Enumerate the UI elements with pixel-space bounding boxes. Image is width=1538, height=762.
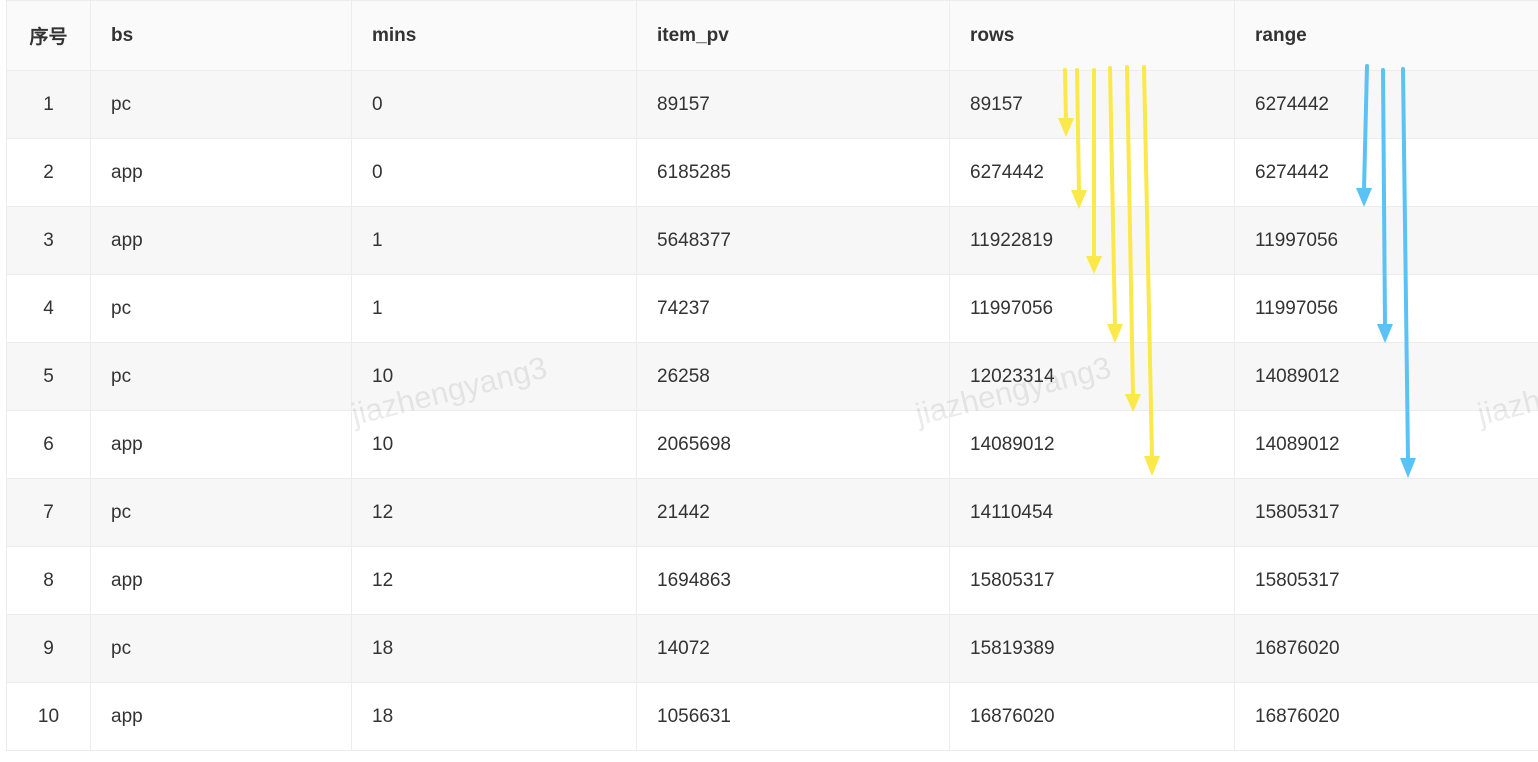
table-row[interactable]: 9 pc 18 14072 15819389 16876020	[6, 614, 1538, 683]
cell-mins: 10	[351, 342, 637, 411]
cell-range: 14089012	[1234, 342, 1538, 411]
cell-mins: 0	[351, 70, 637, 139]
cell-mins: 12	[351, 478, 637, 547]
table-row[interactable]: 3 app 1 5648377 11922819 11997056	[6, 206, 1538, 275]
cell-bs: pc	[90, 342, 352, 411]
cell-range: 16876020	[1234, 682, 1538, 751]
cell-mins: 10	[351, 410, 637, 479]
cell-range: 11997056	[1234, 274, 1538, 343]
cell-index: 1	[6, 70, 91, 139]
header-row: 序号 bs mins item_pv rows range	[6, 0, 1538, 71]
cell-range: 15805317	[1234, 478, 1538, 547]
cell-mins: 18	[351, 614, 637, 683]
cell-rows: 11997056	[949, 274, 1235, 343]
table-row[interactable]: 10 app 18 1056631 16876020 16876020	[6, 682, 1538, 751]
cell-index: 5	[6, 342, 91, 411]
table-row[interactable]: 5 pc 10 26258 12023314 14089012	[6, 342, 1538, 411]
cell-range: 14089012	[1234, 410, 1538, 479]
cell-item-pv: 26258	[636, 342, 950, 411]
cell-range: 6274442	[1234, 138, 1538, 207]
cell-rows: 14110454	[949, 478, 1235, 547]
table-row[interactable]: 1 pc 0 89157 89157 6274442	[6, 70, 1538, 139]
cell-rows: 11922819	[949, 206, 1235, 275]
table-row[interactable]: 4 pc 1 74237 11997056 11997056	[6, 274, 1538, 343]
cell-bs: app	[90, 138, 352, 207]
column-header-index[interactable]: 序号	[6, 0, 91, 71]
cell-rows: 16876020	[949, 682, 1235, 751]
cell-mins: 18	[351, 682, 637, 751]
cell-bs: app	[90, 546, 352, 615]
cell-bs: app	[90, 682, 352, 751]
cell-range: 11997056	[1234, 206, 1538, 275]
cell-bs: pc	[90, 614, 352, 683]
cell-range: 16876020	[1234, 614, 1538, 683]
cell-item-pv: 89157	[636, 70, 950, 139]
result-table: 序号 bs mins item_pv rows range 1 pc 0 891…	[6, 0, 1538, 751]
cell-index: 2	[6, 138, 91, 207]
cell-mins: 1	[351, 206, 637, 275]
cell-rows: 14089012	[949, 410, 1235, 479]
cell-item-pv: 5648377	[636, 206, 950, 275]
cell-item-pv: 14072	[636, 614, 950, 683]
column-header-range[interactable]: range	[1234, 0, 1538, 71]
cell-item-pv: 21442	[636, 478, 950, 547]
cell-rows: 12023314	[949, 342, 1235, 411]
cell-item-pv: 74237	[636, 274, 950, 343]
cell-index: 4	[6, 274, 91, 343]
cell-rows: 15805317	[949, 546, 1235, 615]
cell-bs: app	[90, 206, 352, 275]
column-header-bs[interactable]: bs	[90, 0, 352, 71]
cell-index: 8	[6, 546, 91, 615]
data-table-view: 序号 bs mins item_pv rows range 1 pc 0 891…	[0, 0, 1538, 762]
cell-item-pv: 6185285	[636, 138, 950, 207]
table-row[interactable]: 7 pc 12 21442 14110454 15805317	[6, 478, 1538, 547]
cell-bs: pc	[90, 274, 352, 343]
cell-index: 9	[6, 614, 91, 683]
cell-index: 7	[6, 478, 91, 547]
cell-bs: pc	[90, 478, 352, 547]
column-header-rows[interactable]: rows	[949, 0, 1235, 71]
cell-index: 6	[6, 410, 91, 479]
table-row[interactable]: 2 app 0 6185285 6274442 6274442	[6, 138, 1538, 207]
cell-bs: pc	[90, 70, 352, 139]
cell-index: 3	[6, 206, 91, 275]
column-header-mins[interactable]: mins	[351, 0, 637, 71]
cell-rows: 15819389	[949, 614, 1235, 683]
cell-index: 10	[6, 682, 91, 751]
cell-item-pv: 1694863	[636, 546, 950, 615]
cell-mins: 1	[351, 274, 637, 343]
cell-mins: 12	[351, 546, 637, 615]
cell-item-pv: 2065698	[636, 410, 950, 479]
cell-mins: 0	[351, 138, 637, 207]
cell-rows: 89157	[949, 70, 1235, 139]
cell-item-pv: 1056631	[636, 682, 950, 751]
cell-range: 15805317	[1234, 546, 1538, 615]
cell-rows: 6274442	[949, 138, 1235, 207]
cell-bs: app	[90, 410, 352, 479]
table-row[interactable]: 8 app 12 1694863 15805317 15805317	[6, 546, 1538, 615]
table-row[interactable]: 6 app 10 2065698 14089012 14089012	[6, 410, 1538, 479]
column-header-item-pv[interactable]: item_pv	[636, 0, 950, 71]
cell-range: 6274442	[1234, 70, 1538, 139]
